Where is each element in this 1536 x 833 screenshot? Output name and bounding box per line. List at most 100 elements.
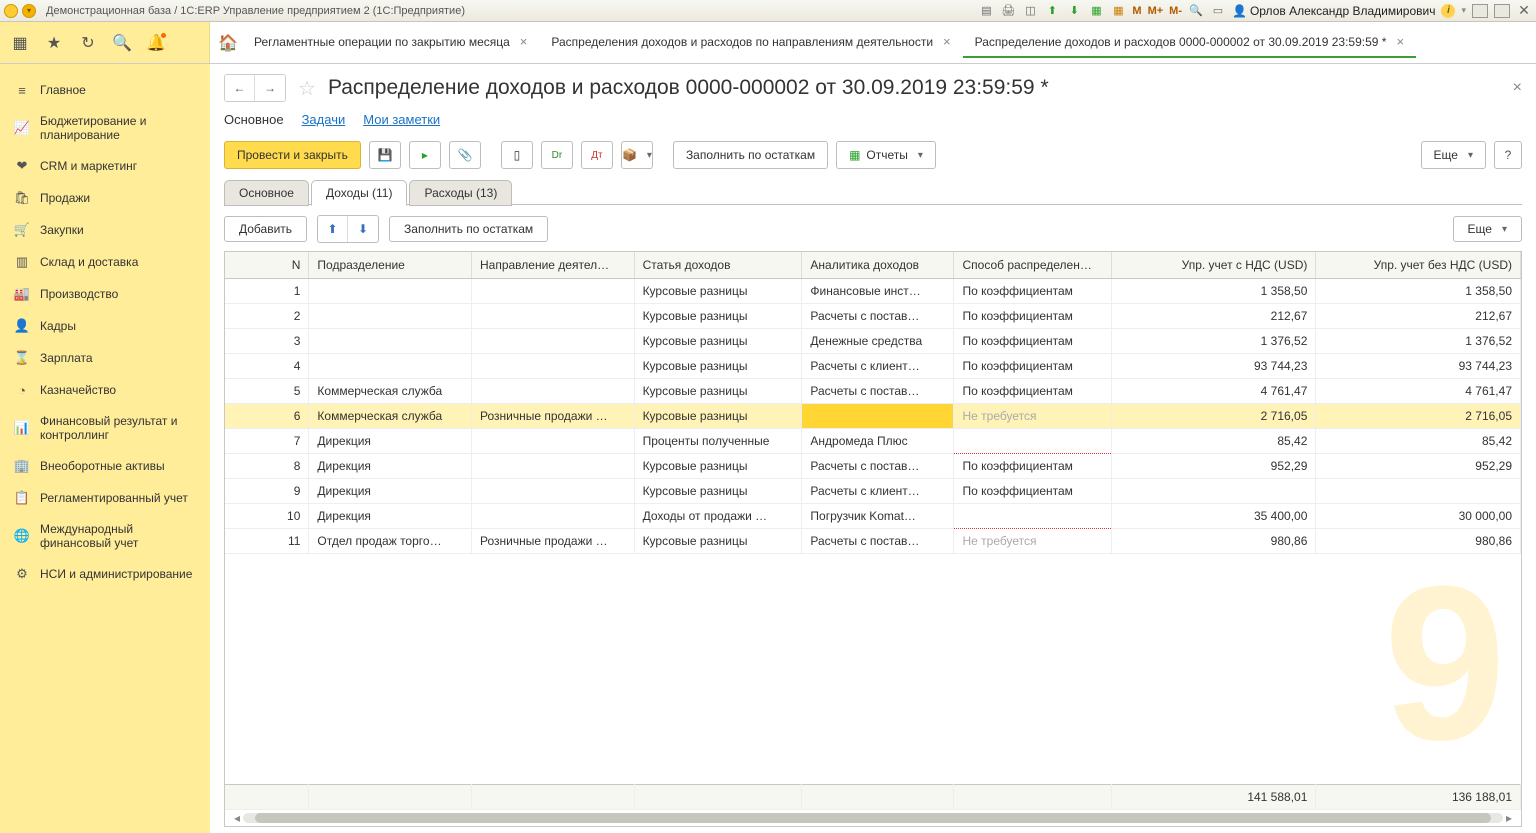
cell[interactable] xyxy=(309,304,472,329)
tab-close-icon[interactable]: × xyxy=(1396,34,1404,49)
col-header[interactable]: Аналитика доходов xyxy=(802,252,954,279)
sidebar-item-11[interactable]: 🏢Внеоборотные активы xyxy=(0,450,210,482)
cell[interactable] xyxy=(309,329,472,354)
col-header[interactable]: N xyxy=(225,252,309,279)
print-preview-icon[interactable]: ▤ xyxy=(978,3,994,19)
memory-mminus[interactable]: M- xyxy=(1169,5,1182,17)
cell[interactable]: Андромеда Плюс xyxy=(802,429,954,454)
download-icon[interactable]: ⬇ xyxy=(1066,3,1082,19)
memory-m[interactable]: M xyxy=(1132,5,1141,17)
cell[interactable]: Розничные продажи … xyxy=(471,529,634,554)
search-icon[interactable]: 🔍 xyxy=(110,31,134,55)
cell[interactable]: Коммерческая служба xyxy=(309,404,472,429)
sidebar-item-3[interactable]: 🛍Продажи xyxy=(0,182,210,214)
cell[interactable] xyxy=(471,354,634,379)
minimize-button[interactable] xyxy=(1472,4,1488,18)
cell[interactable]: 3 xyxy=(225,329,309,354)
scroll-right-icon[interactable]: ▸ xyxy=(1503,811,1515,825)
cell[interactable]: По коэффициентам xyxy=(954,279,1111,304)
cell[interactable]: 1 358,50 xyxy=(1316,279,1521,304)
history-icon[interactable]: ↻ xyxy=(76,31,100,55)
tab-0[interactable]: Регламентные операции по закрытию месяца… xyxy=(242,28,539,58)
row-more-button[interactable]: Еще xyxy=(1453,216,1522,242)
post-close-button[interactable]: Провести и закрыть xyxy=(224,141,361,169)
sidebar-item-8[interactable]: ⌛Зарплата xyxy=(0,342,210,374)
fill-balances-button[interactable]: Заполнить по остаткам xyxy=(673,141,828,169)
cell[interactable]: 4 761,47 xyxy=(1111,379,1316,404)
cell[interactable]: Розничные продажи … xyxy=(471,404,634,429)
sidebar-item-1[interactable]: 📈Бюджетирование и планирование xyxy=(0,106,210,150)
home-icon[interactable]: 🏠 xyxy=(214,29,242,57)
calendar-icon[interactable]: ▦ xyxy=(1110,3,1126,19)
cell[interactable]: Дирекция xyxy=(309,454,472,479)
cell[interactable]: По коэффициентам xyxy=(954,354,1111,379)
col-header[interactable]: Упр. учет с НДС (USD) xyxy=(1111,252,1316,279)
cell[interactable] xyxy=(954,504,1111,529)
cell[interactable]: Дирекция xyxy=(309,504,472,529)
h-scrollbar[interactable]: ◂ ▸ xyxy=(225,810,1521,826)
dt-kt-button[interactable]: Дт xyxy=(581,141,613,169)
post-button[interactable]: ▸ xyxy=(409,141,441,169)
cell[interactable]: 85,42 xyxy=(1111,429,1316,454)
cell[interactable]: По коэффициентам xyxy=(954,454,1111,479)
table-row[interactable]: 5Коммерческая службаКурсовые разницыРасч… xyxy=(225,379,1521,404)
col-header[interactable]: Статья доходов xyxy=(634,252,802,279)
close-doc-button[interactable]: × xyxy=(1513,79,1522,97)
cell[interactable]: 2 xyxy=(225,304,309,329)
table-row[interactable]: 4Курсовые разницыРасчеты с клиент…По коэ… xyxy=(225,354,1521,379)
table-row[interactable]: 7ДирекцияПроценты полученныеАндромеда Пл… xyxy=(225,429,1521,454)
close-window-button[interactable]: ✕ xyxy=(1516,3,1532,19)
section-tab-expense[interactable]: Расходы (13) xyxy=(409,180,512,206)
cell[interactable] xyxy=(471,454,634,479)
cell[interactable] xyxy=(802,404,954,429)
sidebar-item-2[interactable]: ❤CRM и маркетинг xyxy=(0,150,210,182)
tab-1[interactable]: Распределения доходов и расходов по напр… xyxy=(539,28,962,58)
subnav-notes[interactable]: Мои заметки xyxy=(363,112,440,127)
cell[interactable]: 1 358,50 xyxy=(1111,279,1316,304)
cell[interactable]: 8 xyxy=(225,454,309,479)
cell[interactable]: 85,42 xyxy=(1316,429,1521,454)
cell[interactable]: По коэффициентам xyxy=(954,379,1111,404)
cell[interactable]: Расчеты с постав… xyxy=(802,304,954,329)
cell[interactable]: Денежные средства xyxy=(802,329,954,354)
cell[interactable]: Коммерческая служба xyxy=(309,379,472,404)
cell[interactable] xyxy=(309,279,472,304)
cell[interactable]: 1 376,52 xyxy=(1111,329,1316,354)
cell[interactable]: Финансовые инст… xyxy=(802,279,954,304)
col-header[interactable]: Способ распределен… xyxy=(954,252,1111,279)
tab-close-icon[interactable]: × xyxy=(943,34,951,49)
table-row[interactable]: 10ДирекцияДоходы от продажи …Погрузчик K… xyxy=(225,504,1521,529)
cell[interactable] xyxy=(1111,479,1316,504)
cell[interactable]: Дирекция xyxy=(309,429,472,454)
col-header[interactable]: Направление деятел… xyxy=(471,252,634,279)
table-row[interactable]: 11Отдел продаж торго…Розничные продажи …… xyxy=(225,529,1521,554)
maximize-button[interactable] xyxy=(1494,4,1510,18)
reports-button[interactable]: ▦Отчеты xyxy=(836,141,936,169)
cell[interactable] xyxy=(471,329,634,354)
cell[interactable]: 35 400,00 xyxy=(1111,504,1316,529)
cell[interactable]: Проценты полученные xyxy=(634,429,802,454)
cell[interactable]: 11 xyxy=(225,529,309,554)
col-header[interactable]: Подразделение xyxy=(309,252,472,279)
cell[interactable]: 1 xyxy=(225,279,309,304)
cell[interactable]: По коэффициентам xyxy=(954,329,1111,354)
help-button[interactable]: ? xyxy=(1494,141,1522,169)
compare-icon[interactable]: ◫ xyxy=(1022,3,1038,19)
tab-2[interactable]: Распределение доходов и расходов 0000-00… xyxy=(963,28,1416,58)
cell[interactable]: 6 xyxy=(225,404,309,429)
cell[interactable]: Курсовые разницы xyxy=(634,529,802,554)
cell[interactable]: 30 000,00 xyxy=(1316,504,1521,529)
table-row[interactable]: 9ДирекцияКурсовые разницыРасчеты с клиен… xyxy=(225,479,1521,504)
cell[interactable]: Не требуется xyxy=(954,529,1111,554)
sidebar-item-10[interactable]: 📊Финансовый результат и контроллинг xyxy=(0,406,210,450)
favorite-icon[interactable]: ★ xyxy=(42,31,66,55)
cell[interactable]: Расчеты с постав… xyxy=(802,379,954,404)
print-icon[interactable]: 🖨 xyxy=(1000,3,1016,19)
table-row[interactable]: 3Курсовые разницыДенежные средстваПо коэ… xyxy=(225,329,1521,354)
sidebar-item-12[interactable]: 📋Регламентированный учет xyxy=(0,482,210,514)
cell[interactable]: Погрузчик Komat… xyxy=(802,504,954,529)
cell[interactable]: 1 376,52 xyxy=(1316,329,1521,354)
cell[interactable]: По коэффициентам xyxy=(954,479,1111,504)
subnav-main[interactable]: Основное xyxy=(224,112,284,127)
help-nav-icon[interactable]: ▭ xyxy=(1210,3,1226,19)
